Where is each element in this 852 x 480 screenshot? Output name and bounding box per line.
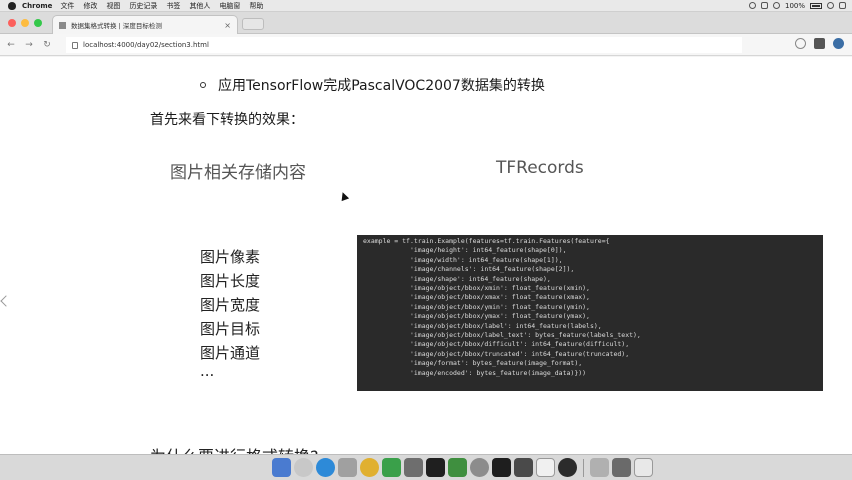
code-line: 'image/object/bbox/xmin': float_feature(… (363, 284, 590, 293)
attribute-item: ... (200, 362, 215, 380)
status-icon[interactable] (760, 2, 768, 9)
status-area: 100% (748, 1, 852, 10)
app-icon[interactable] (514, 458, 533, 477)
back-button[interactable]: ← (4, 38, 18, 52)
code-line: 'image/object/bbox/difficult': int64_fea… (363, 340, 630, 349)
attribute-item: 图片像素 (200, 248, 261, 266)
bullet-item: 应用TensorFlow完成PascalVOC2007数据集的转换 (200, 75, 545, 95)
bullet-text: 应用TensorFlow完成PascalVOC2007数据集的转换 (218, 78, 545, 94)
launchpad-icon[interactable] (294, 458, 313, 477)
status-icon[interactable] (748, 2, 756, 9)
chevron-left-icon[interactable] (0, 295, 12, 307)
code-line: example = tf.train.Example(features=tf.t… (363, 237, 610, 245)
bookmark-star-icon[interactable] (795, 38, 806, 49)
app-icon[interactable] (382, 458, 401, 477)
menu-help[interactable]: 帮助 (249, 1, 263, 11)
toolbar-actions (795, 38, 844, 49)
extension-icon[interactable] (814, 38, 825, 49)
app-icon[interactable] (448, 458, 467, 477)
profile-icon[interactable] (833, 38, 844, 49)
menu-history[interactable]: 历史记录 (129, 1, 157, 11)
system-preferences-icon[interactable] (470, 458, 489, 477)
mac-menubar: Chrome 文件 修改 视图 历史记录 书签 其他人 电脑窗 帮助 100% (0, 0, 852, 12)
browser-toolbar: ← → ↻ localhost:4000/day02/section3.html (0, 34, 852, 56)
url-text: localhost:4000/day02/section3.html (83, 41, 209, 49)
menu-file[interactable]: 文件 (60, 1, 74, 11)
menu-bookmarks[interactable]: 书签 (166, 1, 180, 11)
trash-icon[interactable] (634, 458, 653, 477)
pycharm-icon[interactable] (426, 458, 445, 477)
code-line: 'image/width': int64_feature(shape[1]), (363, 255, 563, 264)
code-line: 'image/object/bbox/label_text': bytes_fe… (363, 331, 641, 340)
new-tab-button[interactable] (242, 18, 264, 30)
app-icon[interactable] (404, 458, 423, 477)
finder-icon[interactable] (272, 458, 291, 477)
app-icon[interactable] (338, 458, 357, 477)
app-icon[interactable] (612, 458, 631, 477)
attribute-item: 图片长度 (200, 272, 261, 290)
tab-title: 数据集格式转换 | 深度目标检测 (71, 22, 162, 30)
app-menu-chrome[interactable]: Chrome (22, 2, 52, 10)
code-line: 'image/format': bytes_feature(image_form… (363, 359, 583, 368)
address-bar[interactable]: localhost:4000/day02/section3.html (66, 37, 742, 53)
intro-text: 首先来看下转换的效果： (150, 112, 304, 128)
dock-separator (583, 458, 584, 477)
code-line: 'image/shape': int64_feature(shape), (363, 274, 551, 283)
code-line: 'image/channels': int64_feature(shape[2]… (363, 265, 575, 274)
window-controls (8, 19, 42, 27)
close-window-button[interactable] (8, 19, 16, 27)
code-line: 'image/object/bbox/truncated': int64_fea… (363, 349, 630, 358)
search-icon[interactable] (827, 2, 834, 9)
forward-button[interactable]: → (22, 38, 36, 52)
dock (0, 454, 852, 480)
reload-button[interactable]: ↻ (40, 38, 54, 52)
app-icon[interactable] (558, 458, 577, 477)
menu-people[interactable]: 其他人 (189, 1, 210, 11)
downloads-icon[interactable] (590, 458, 609, 477)
menu-edit[interactable]: 修改 (83, 1, 97, 11)
code-block: example = tf.train.Example(features=tf.t… (357, 235, 823, 391)
code-line: 'image/object/bbox/xmax': float_feature(… (363, 293, 590, 302)
safari-icon[interactable] (316, 458, 335, 477)
code-line: 'image/object/bbox/ymax': float_feature(… (363, 312, 590, 321)
tab-active[interactable]: 数据集格式转换 | 深度目标检测 × (52, 15, 238, 34)
menu-view[interactable]: 视图 (106, 1, 120, 11)
attribute-item: 图片宽度 (200, 296, 261, 314)
code-line: 'image/object/bbox/ymin': float_feature(… (363, 302, 590, 311)
page-info-icon[interactable] (72, 41, 78, 49)
code-line: 'image/object/bbox/label': int64_feature… (363, 321, 602, 330)
attribute-item: 图片目标 (200, 320, 261, 338)
chrome-icon[interactable] (360, 458, 379, 477)
code-line: 'image/encoded': bytes_feature(image_dat… (363, 368, 587, 377)
typora-icon[interactable] (536, 458, 555, 477)
battery-percent: 100% (784, 1, 805, 10)
wifi-icon[interactable] (772, 2, 780, 9)
mouse-cursor-icon (338, 190, 350, 202)
left-column-heading: 图片相关存储内容 (170, 163, 306, 183)
bullet-circle-icon (200, 82, 206, 88)
minimize-window-button[interactable] (21, 19, 29, 27)
menu-list-icon[interactable] (839, 2, 846, 9)
menu-window[interactable]: 电脑窗 (219, 1, 240, 11)
terminal-icon[interactable] (492, 458, 511, 477)
code-line: 'image/height': int64_feature(shape[0]), (363, 246, 567, 255)
attribute-list: 图片像素 图片长度 图片宽度 图片目标 图片通道 ... (200, 245, 261, 380)
apple-icon[interactable] (8, 1, 16, 10)
section-heading: 为什么要进行格式转换? (150, 443, 319, 454)
battery-icon[interactable] (810, 2, 822, 9)
page-content: 应用TensorFlow完成PascalVOC2007数据集的转换 首先来看下转… (0, 57, 852, 454)
tab-close-icon[interactable]: × (224, 21, 231, 30)
right-column-heading: TFRecords (496, 158, 584, 178)
tab-strip: 数据集格式转换 | 深度目标检测 × (0, 12, 852, 34)
dock-icons (272, 458, 653, 477)
favicon-icon (59, 21, 66, 29)
zoom-window-button[interactable] (34, 19, 42, 27)
